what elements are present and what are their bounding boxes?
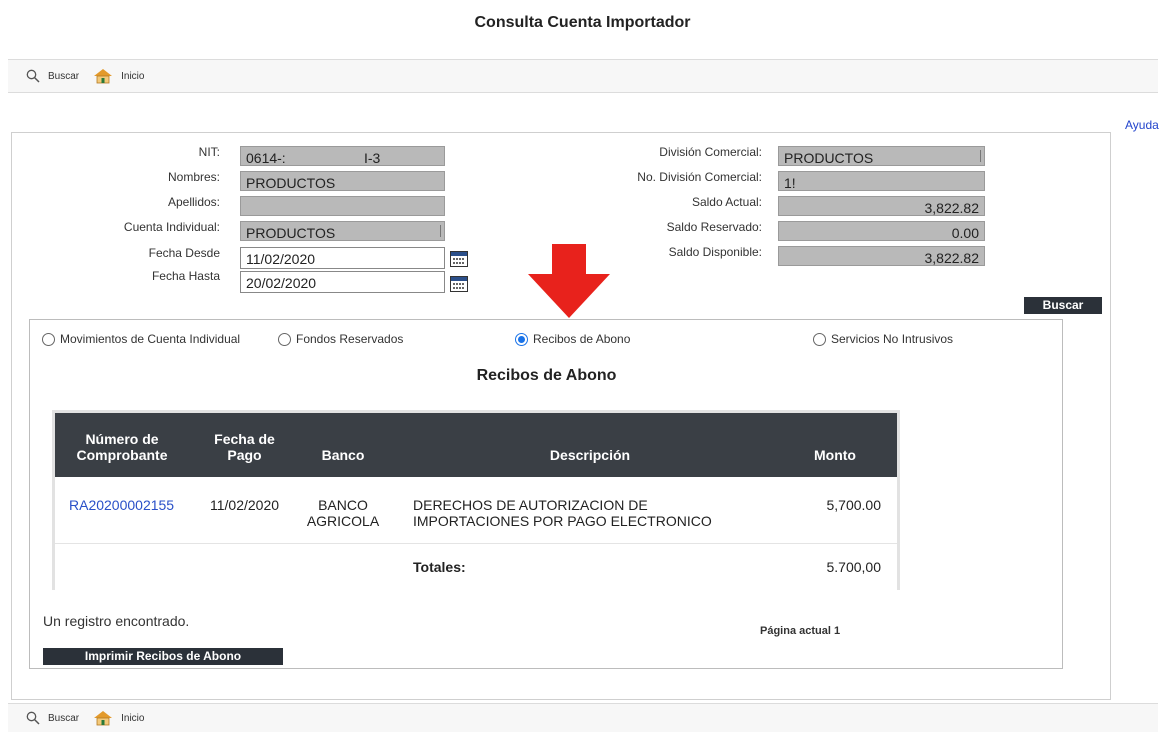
saldo-reservado-field: 0.00	[778, 221, 985, 241]
saldo-reservado-label: Saldo Reservado:	[666, 220, 762, 234]
saldo-actual-label: Saldo Actual:	[691, 195, 762, 209]
nit-value-suffix: I-3	[364, 150, 381, 166]
field-tick	[440, 225, 441, 237]
home-icon	[94, 711, 113, 726]
toolbar-search-label: Buscar	[48, 70, 80, 82]
bottom-toolbar: Buscar Inicio	[8, 703, 1158, 732]
cuenta-individual-field: PRODUCTOS	[240, 221, 445, 241]
search-button[interactable]: Buscar	[1024, 297, 1102, 314]
option-label: Servicios No Intrusivos	[831, 332, 954, 346]
option-label: Movimientos de Cuenta Individual	[60, 332, 241, 346]
search-icon	[26, 69, 40, 83]
fecha-hasta-input[interactable]: 20/02/2020	[240, 271, 445, 293]
calendar-icon[interactable]	[450, 251, 468, 267]
payment-date: 11/02/2020	[209, 497, 280, 513]
arrow-down-icon	[528, 244, 610, 318]
field-tick	[980, 150, 981, 162]
header-fecha: Fecha de Pago	[214, 431, 275, 463]
totals-value: 5.700,00	[826, 559, 882, 575]
toolbar-search-button[interactable]: Buscar	[26, 69, 79, 83]
home-icon	[94, 69, 113, 84]
division-comercial-label: División Comercial:	[659, 145, 762, 159]
bank-name: BANCO AGRICOLA	[306, 497, 380, 529]
saldo-actual-field: 3,822.82	[778, 196, 985, 216]
option-label: Recibos de Abono	[533, 332, 631, 346]
header-monto: Monto	[814, 447, 856, 463]
toolbar-home-label: Inicio	[121, 712, 145, 724]
saldo-disponible-field: 3,822.82	[778, 246, 985, 266]
description: DERECHOS DE AUTORIZACION DE IMPORTACIONE…	[413, 497, 712, 529]
totals-row: Totales: 5.700,00	[55, 544, 897, 590]
radio-icon	[278, 332, 291, 346]
nombres-field: PRODUCTOS	[240, 171, 445, 191]
cuenta-individual-value: PRODUCTOS	[246, 225, 336, 241]
table-header: Número de Comprobante Fecha de Pago Banc…	[55, 413, 897, 477]
radio-selected-icon	[515, 332, 528, 346]
table-row: RA20200002155 11/02/2020 BANCO AGRICOLA …	[55, 477, 897, 543]
section-title: Recibos de Abono	[476, 367, 617, 384]
header-banco: Banco	[321, 447, 365, 463]
fecha-hasta-label: Fecha Hasta	[151, 269, 220, 283]
apellidos-field	[240, 196, 445, 216]
header-descripcion: Descripción	[549, 447, 631, 463]
help-link[interactable]: Ayuda	[1125, 118, 1159, 132]
no-division-label: No. División Comercial:	[637, 170, 762, 184]
option-movimientos[interactable]: Movimientos de Cuenta Individual	[42, 332, 240, 346]
toolbar-search-label: Buscar	[48, 712, 80, 724]
print-receipts-button[interactable]: Imprimir Recibos de Abono	[43, 648, 283, 665]
page-title: Consulta Cuenta Importador	[474, 14, 691, 31]
header-comprobante: Número de Comprobante	[76, 431, 168, 463]
calendar-icon[interactable]	[450, 276, 468, 292]
fecha-desde-input[interactable]: 11/02/2020	[240, 247, 445, 269]
records-count: Un registro encontrado.	[43, 613, 190, 629]
option-fondos-reservados[interactable]: Fondos Reservados	[278, 332, 403, 346]
nit-value: 0614-:	[246, 150, 286, 166]
toolbar-home-button[interactable]: Inicio	[93, 68, 144, 84]
cuenta-individual-label: Cuenta Individual:	[123, 220, 220, 234]
option-recibos-abono[interactable]: Recibos de Abono	[515, 332, 630, 346]
top-toolbar: Buscar Inicio	[8, 59, 1158, 93]
option-servicios-no-intrusivos[interactable]: Servicios No Intrusivos	[813, 332, 953, 346]
nit-field: 0614-: I-3	[240, 146, 445, 166]
toolbar-home-label: Inicio	[121, 70, 145, 82]
option-label: Fondos Reservados	[296, 332, 404, 346]
search-icon	[26, 711, 40, 725]
apellidos-label: Apellidos:	[167, 195, 220, 209]
no-division-field: 1!	[778, 171, 985, 191]
fecha-desde-label: Fecha Desde	[148, 246, 220, 260]
toolbar-home-button[interactable]: Inicio	[93, 710, 144, 726]
current-page: Página actual 1	[760, 625, 841, 637]
saldo-disponible-label: Saldo Disponible:	[668, 245, 762, 259]
nit-label: NIT:	[198, 145, 220, 159]
totals-label: Totales:	[413, 559, 466, 575]
results-table: Número de Comprobante Fecha de Pago Banc…	[52, 410, 900, 590]
division-comercial-value: PRODUCTOS	[784, 150, 874, 166]
toolbar-search-button[interactable]: Buscar	[26, 711, 79, 725]
division-comercial-field: PRODUCTOS	[778, 146, 985, 166]
amount: 5,700.00	[826, 497, 882, 513]
radio-icon	[42, 332, 55, 346]
nombres-label: Nombres:	[167, 170, 220, 184]
radio-icon	[813, 332, 826, 346]
receipt-number-link[interactable]: RA20200002155	[69, 497, 174, 513]
